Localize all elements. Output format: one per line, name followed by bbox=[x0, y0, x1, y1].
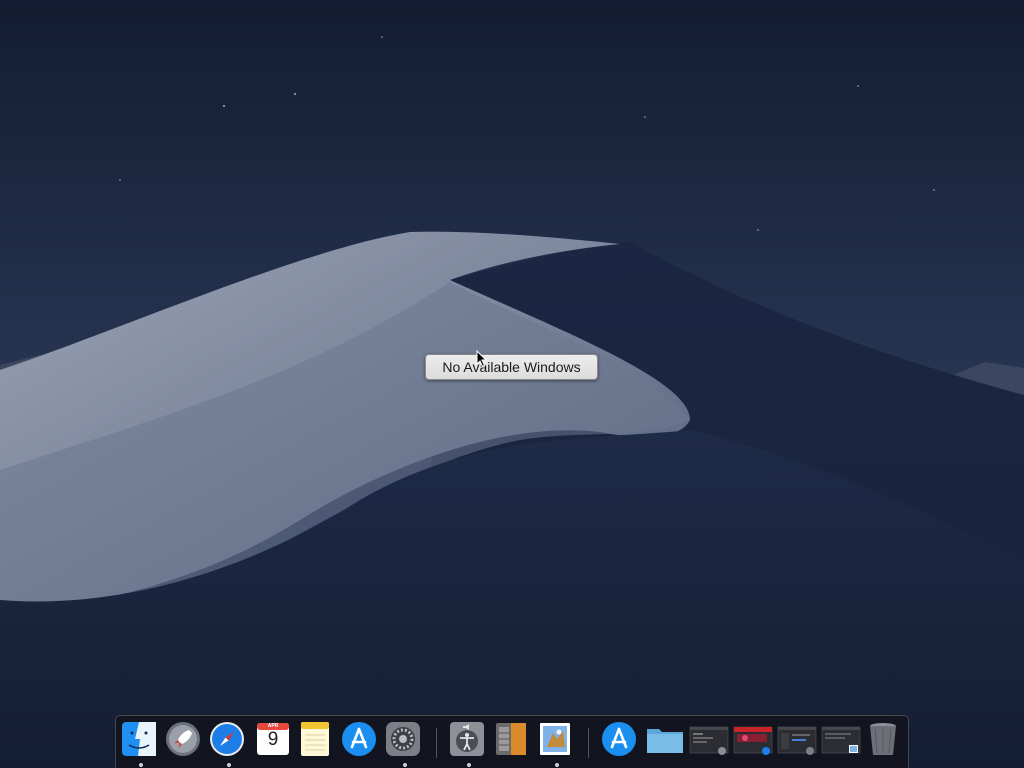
dock-trash[interactable] bbox=[865, 721, 905, 763]
running-indicator bbox=[467, 763, 471, 767]
dock-app-safari[interactable] bbox=[209, 721, 249, 767]
dock-app-preview[interactable] bbox=[537, 721, 577, 767]
dock: APR 9 bbox=[115, 715, 909, 768]
dock-app-system-preferences[interactable] bbox=[385, 721, 425, 767]
wallpaper-graphic bbox=[0, 0, 1024, 768]
folder-icon bbox=[647, 729, 683, 753]
window-thumbnail-icon bbox=[689, 726, 729, 755]
dock-minimized-window-4[interactable] bbox=[821, 721, 861, 763]
dock-minimized-window-1[interactable] bbox=[689, 721, 729, 763]
trash-icon bbox=[870, 723, 896, 755]
archive-icon bbox=[496, 723, 526, 755]
running-indicator bbox=[227, 763, 231, 767]
dock-app-archive[interactable] bbox=[493, 721, 533, 763]
desktop-wallpaper bbox=[0, 0, 1024, 768]
dock-app-finder[interactable] bbox=[121, 721, 161, 767]
dock-stack-app-store[interactable] bbox=[601, 721, 641, 763]
window-thumbnail-icon bbox=[777, 726, 817, 755]
mouse-cursor-icon bbox=[476, 350, 488, 368]
running-indicator bbox=[403, 763, 407, 767]
preview-icon bbox=[540, 723, 570, 755]
dock-minimized-window-2[interactable] bbox=[733, 721, 773, 763]
dock-separator bbox=[588, 728, 589, 758]
window-thumbnail-icon bbox=[733, 726, 773, 755]
app-store-icon bbox=[342, 722, 376, 756]
dock-minimized-window-3[interactable] bbox=[777, 721, 817, 763]
no-windows-tooltip: No Available Windows bbox=[425, 354, 598, 380]
dock-app-app-store[interactable] bbox=[341, 721, 381, 763]
dock-stack-folder[interactable] bbox=[645, 721, 685, 763]
calendar-day: 9 bbox=[267, 729, 279, 750]
running-indicator bbox=[555, 763, 559, 767]
dock-app-notes[interactable] bbox=[297, 721, 337, 763]
safari-compass-icon bbox=[210, 722, 244, 756]
accessibility-icon bbox=[450, 722, 484, 756]
dock-app-accessibility[interactable] bbox=[449, 721, 489, 767]
notes-icon bbox=[301, 722, 329, 756]
finder-icon bbox=[122, 722, 156, 756]
running-indicator bbox=[139, 763, 143, 767]
gear-icon bbox=[386, 722, 420, 756]
dock-app-calendar[interactable]: APR 9 bbox=[253, 721, 293, 763]
dock-app-launchpad[interactable] bbox=[165, 721, 205, 763]
app-store-icon bbox=[602, 722, 636, 756]
launchpad-rocket-icon bbox=[166, 722, 200, 756]
dock-separator bbox=[436, 728, 437, 758]
window-thumbnail-icon bbox=[821, 726, 861, 754]
